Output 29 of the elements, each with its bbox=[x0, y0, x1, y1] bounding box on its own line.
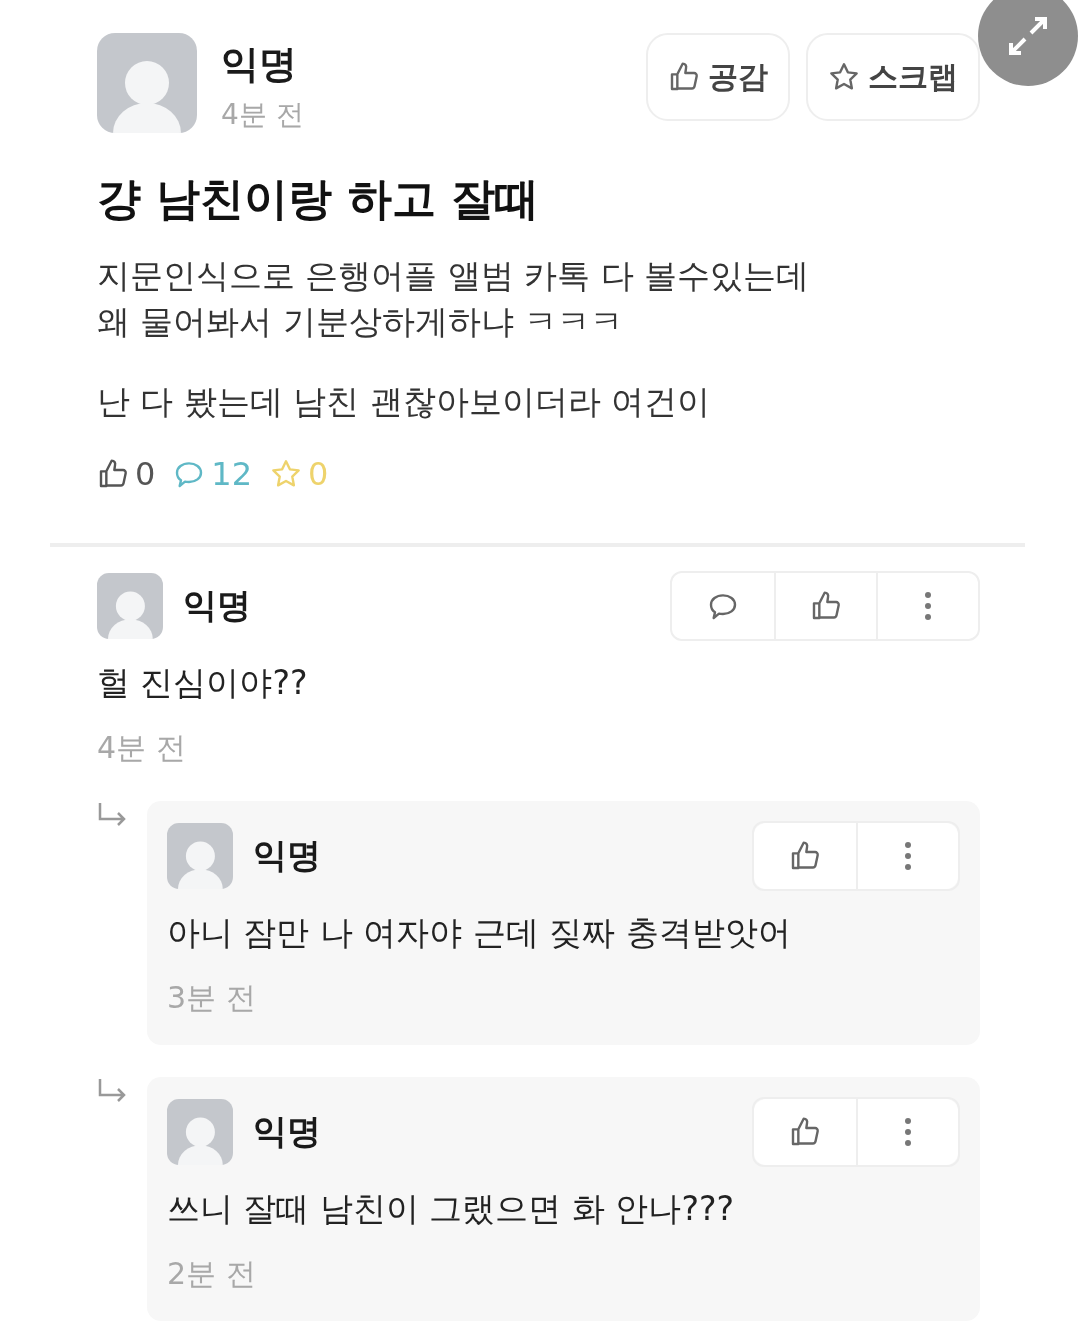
thumbs-up-icon bbox=[810, 590, 842, 622]
like-button[interactable] bbox=[754, 823, 856, 889]
comment-author: 익명 bbox=[253, 834, 322, 877]
more-vertical-icon bbox=[904, 1117, 912, 1147]
comment-time: 3분 전 bbox=[167, 980, 256, 1015]
more-vertical-icon bbox=[924, 591, 932, 621]
like-button[interactable]: 공감 bbox=[646, 33, 790, 121]
comment-text: 헐 진심이야?? bbox=[97, 662, 309, 704]
comment-text: 쓰니 잘때 남친이 그랬으면 화 안나??? bbox=[167, 1188, 735, 1230]
thumbs-up-icon bbox=[789, 1116, 821, 1148]
thumbs-up-icon bbox=[668, 61, 700, 93]
more-vertical-icon bbox=[904, 841, 912, 871]
thumbs-up-icon bbox=[97, 458, 129, 490]
comment-count: 12 bbox=[173, 455, 253, 493]
thumbs-up-icon bbox=[789, 840, 821, 872]
comment-author: 익명 bbox=[253, 1110, 322, 1153]
comment-time: 2분 전 bbox=[167, 1256, 256, 1291]
post-body: 지문인식으로 은행어플 앨범 카톡 다 볼수있는데 왜 물어봐서 기분상하게하냐 ㅋㅋㅋ bbox=[97, 255, 811, 343]
comment-time: 4분 전 bbox=[97, 730, 186, 765]
comment-text: 아니 잠만 나 여자야 근데 짖짜 충격받앗어 bbox=[167, 912, 792, 954]
post-time: 4분 전 bbox=[221, 97, 305, 133]
post-body: 난 다 봤는데 남친 괜찮아보이더라 여건이 bbox=[97, 381, 712, 423]
like-count: 0 bbox=[97, 455, 156, 493]
comment-author: 익명 bbox=[183, 584, 252, 627]
post-title: 걍 남친이랑 하고 잘때 bbox=[97, 172, 540, 226]
scrap-button[interactable]: 스크랩 bbox=[806, 33, 980, 121]
scrap-count: 0 bbox=[270, 455, 329, 493]
post-author: 익명 bbox=[221, 41, 298, 88]
like-button[interactable] bbox=[754, 1099, 856, 1165]
